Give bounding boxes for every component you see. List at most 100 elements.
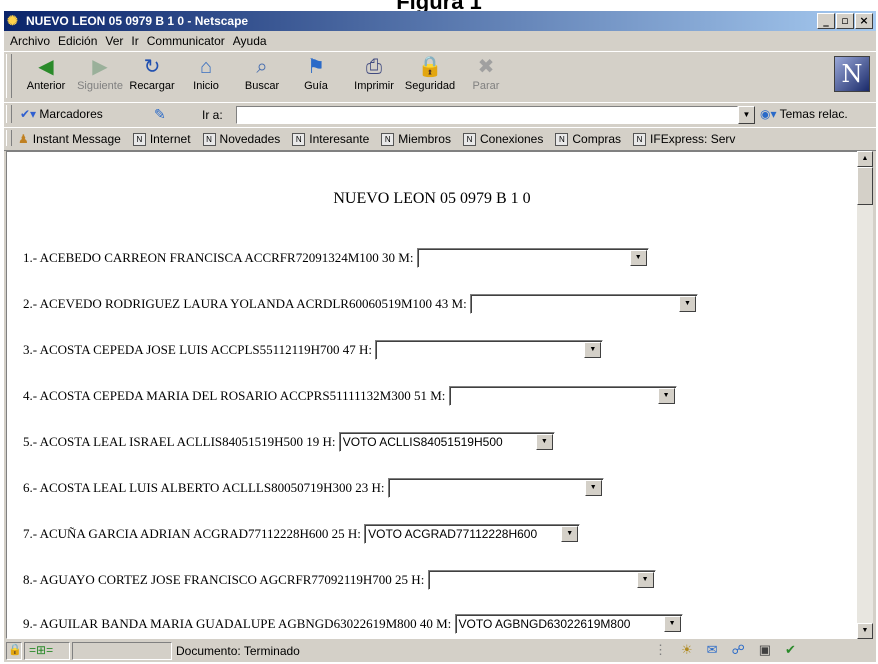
bookmark-page-icon: N <box>462 133 476 147</box>
vote-select[interactable]: ▼ <box>469 294 698 314</box>
scroll-up-button[interactable]: ▲ <box>857 151 873 167</box>
url-input[interactable] <box>236 106 738 124</box>
chevron-down-icon: ▼ <box>742 110 751 119</box>
close-button[interactable]: × <box>855 13 873 29</box>
status-text: Documento: Terminado <box>176 644 300 658</box>
stop-icon: ✖ <box>477 56 495 78</box>
security-status[interactable]: 🔒 <box>6 642 22 660</box>
connection-status: =⊞= <box>24 642 70 660</box>
voter-label: 8.- AGUAYO CORTEZ JOSE FRANCISCO AGCRFR7… <box>23 572 425 587</box>
bookmark-page-icon: N <box>381 133 395 147</box>
vote-select[interactable]: ▼ <box>448 386 677 406</box>
menu-ayuda[interactable]: Ayuda <box>233 34 267 48</box>
composer-icon[interactable]: ▣ <box>759 642 771 658</box>
print-button[interactable]: ⎙ Imprimir <box>344 54 404 100</box>
search-button[interactable]: ⌕ Buscar <box>232 54 292 100</box>
voter-label: 5.- ACOSTA LEAL ISRAEL ACLLIS84051519H50… <box>23 434 336 449</box>
chevron-down-icon[interactable]: ▼ <box>584 480 602 496</box>
bookmarks-button[interactable]: ✔▾ Marcadores <box>20 107 103 121</box>
page-content: NUEVO LEON 05 0979 B 1 0 1.- ACEBEDO CAR… <box>6 151 858 639</box>
vote-select[interactable]: ▼ <box>375 340 604 360</box>
vertical-scrollbar[interactable]: ▲ ▼ <box>857 151 873 639</box>
voter-label: 9.- AGUILAR BANDA MARIA GUADALUPE AGBNGD… <box>23 616 452 631</box>
vote-select[interactable]: VOTO ACLLIS84051519H500 ▼ <box>338 432 555 452</box>
maximize-button[interactable]: ▫ <box>836 13 854 29</box>
navigation-toolbar: ◀ Anterior ▶ Siguiente ↻ Recargar ⌂ Inic… <box>4 51 876 103</box>
minimize-button[interactable]: _ <box>817 13 835 29</box>
related-icon: ◉▾ <box>760 107 777 121</box>
chevron-down-icon[interactable]: ▼ <box>535 434 553 450</box>
scroll-down-button[interactable]: ▼ <box>857 623 873 639</box>
link-compras[interactable]: N Compras <box>555 132 621 147</box>
list-item: 8.- AGUAYO CORTEZ JOSE FRANCISCO AGCRFR7… <box>23 570 656 590</box>
instant-message-icon: ♟ <box>18 132 29 146</box>
link-interesante[interactable]: N Interesante <box>292 132 370 147</box>
chevron-down-icon[interactable]: ▼ <box>584 342 602 358</box>
scroll-thumb[interactable] <box>857 167 873 205</box>
mail-icon[interactable]: ✉ <box>707 642 718 658</box>
vote-select[interactable]: VOTO ACGRAD77112228H600 ▼ <box>364 524 581 544</box>
edit-icon[interactable]: ✔ <box>785 642 796 658</box>
link-label: Interesante <box>309 132 370 146</box>
vote-select[interactable]: ▼ <box>387 478 604 498</box>
links-grip[interactable] <box>6 130 12 146</box>
forward-arrow-icon: ▶ <box>92 56 108 78</box>
window-title: NUEVO LEON 05 0979 B 1 0 - Netscape <box>26 14 249 28</box>
link-conexiones[interactable]: N Conexiones <box>462 132 543 147</box>
title-bar: ✺ NUEVO LEON 05 0979 B 1 0 - Netscape _ … <box>4 11 876 31</box>
link-instant-message[interactable]: ♟ Instant Message <box>18 132 121 146</box>
location-page-icon[interactable]: ✎ <box>154 106 166 123</box>
lock-icon: 🔒 <box>8 644 22 656</box>
back-button[interactable]: ◀ Anterior <box>16 54 76 100</box>
chevron-down-icon[interactable]: ▼ <box>657 388 675 404</box>
chevron-down-icon[interactable]: ▼ <box>629 250 647 266</box>
chevron-down-icon[interactable]: ▼ <box>678 296 696 312</box>
voter-label: 1.- ACEBEDO CARREON FRANCISCA ACCRFR7209… <box>23 250 414 265</box>
location-grip[interactable] <box>6 105 12 123</box>
menu-ver[interactable]: Ver <box>105 34 123 48</box>
reload-icon: ↻ <box>143 56 161 78</box>
discussion-icon[interactable]: ☍ <box>732 642 745 658</box>
netscape-logo[interactable]: N <box>834 56 870 92</box>
stop-button[interactable]: ✖ Parar <box>456 54 516 100</box>
bookmarks-icon: ✔▾ <box>20 107 37 121</box>
link-label: Internet <box>149 132 191 146</box>
navigator-icon[interactable]: ☀ <box>681 642 693 658</box>
related-button[interactable]: ◉▾ Temas relac. <box>760 107 848 121</box>
link-miembros[interactable]: N Miembros <box>381 132 451 147</box>
url-dropdown-button[interactable]: ▼ <box>738 106 755 124</box>
bookmark-page-icon: N <box>633 133 647 147</box>
voter-label: 6.- ACOSTA LEAL LUIS ALBERTO ACLLLS80050… <box>23 480 385 495</box>
link-novedades[interactable]: N Novedades <box>202 132 280 147</box>
list-item: 5.- ACOSTA LEAL ISRAEL ACLLIS84051519H50… <box>23 432 555 452</box>
personal-toolbar: ♟ Instant Message N Internet N Novedades NI… <box>4 127 876 151</box>
link-ifexpress[interactable]: N IFExpress: Serv <box>633 132 735 147</box>
bookmark-page-icon: N <box>292 133 306 147</box>
reload-button[interactable]: ↻ Recargar <box>122 54 182 100</box>
vote-select[interactable]: ▼ <box>416 248 649 268</box>
chevron-down-icon[interactable]: ▼ <box>561 526 579 542</box>
menu-communicator[interactable]: Communicator <box>147 34 225 48</box>
browser-window: ✺ NUEVO LEON 05 0979 B 1 0 - Netscape _ … <box>4 11 876 662</box>
list-item: 6.- ACOSTA LEAL LUIS ALBERTO ACLLLS80050… <box>23 478 604 498</box>
menu-edicion[interactable]: Edición <box>58 34 97 48</box>
chevron-down-icon[interactable]: ▼ <box>636 572 654 588</box>
guide-button[interactable]: ⚑ Guía <box>286 54 346 100</box>
forward-button[interactable]: ▶ Siguiente <box>70 54 130 100</box>
vote-select[interactable]: ▼ <box>427 570 656 590</box>
security-button[interactable]: 🔒 Seguridad <box>400 54 460 100</box>
lock-icon: 🔒 <box>417 56 443 78</box>
vote-select[interactable]: VOTO AGBNGD63022619M800 ▼ <box>454 614 683 634</box>
back-label: Anterior <box>26 80 66 92</box>
menu-archivo[interactable]: Archivo <box>10 34 50 48</box>
toolbar-grip[interactable] <box>6 54 12 98</box>
list-item: 9.- AGUILAR BANDA MARIA GUADALUPE AGBNGD… <box>23 614 683 634</box>
link-internet[interactable]: N Internet <box>132 132 191 147</box>
home-button[interactable]: ⌂ Inicio <box>176 54 236 100</box>
back-arrow-icon: ◀ <box>38 56 54 78</box>
list-item: 1.- ACEBEDO CARREON FRANCISCA ACCRFR7209… <box>23 248 649 268</box>
menu-ir[interactable]: Ir <box>131 34 138 48</box>
link-label: Instant Message <box>32 132 121 146</box>
chevron-down-icon[interactable]: ▼ <box>663 616 681 632</box>
list-item: 3.- ACOSTA CEPEDA JOSE LUIS ACCPLS551121… <box>23 340 604 360</box>
